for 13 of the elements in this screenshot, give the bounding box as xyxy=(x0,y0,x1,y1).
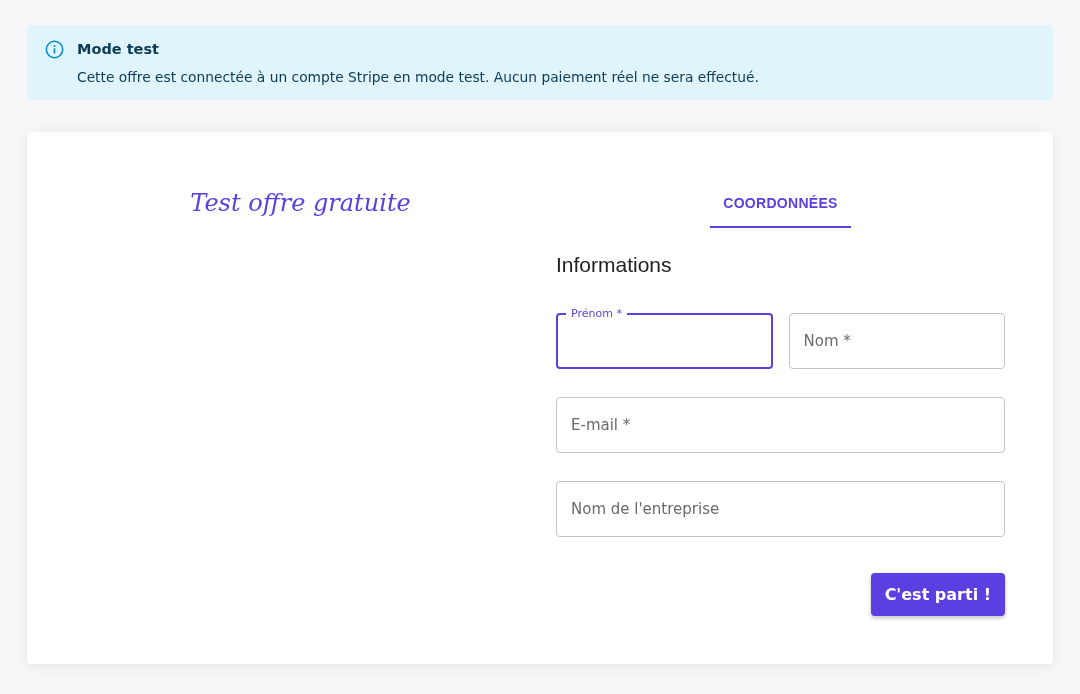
alert-title: Mode test xyxy=(77,40,159,59)
alert-message: Cette offre est connectée à un compte Stripe en mode test. Aucun paiement réel ne sera effectué. xyxy=(77,68,759,87)
offer-title: Test offre gratuite xyxy=(190,188,411,219)
input-field[interactable]: Nom * xyxy=(788,313,1005,369)
field-label: Nom * xyxy=(803,332,851,350)
input-field[interactable]: Nom de l'entreprise xyxy=(556,481,1005,537)
submit-button[interactable]: C'est parti ! xyxy=(870,573,1005,616)
field-label: E-mail * xyxy=(571,416,631,434)
info-icon xyxy=(45,40,64,59)
tab[interactable]: COORDONNÉES xyxy=(710,179,851,228)
form-heading: Informations xyxy=(556,253,672,277)
field-label: Nom de l'entreprise xyxy=(571,500,720,518)
input-field[interactable]: E-mail * xyxy=(556,397,1005,453)
